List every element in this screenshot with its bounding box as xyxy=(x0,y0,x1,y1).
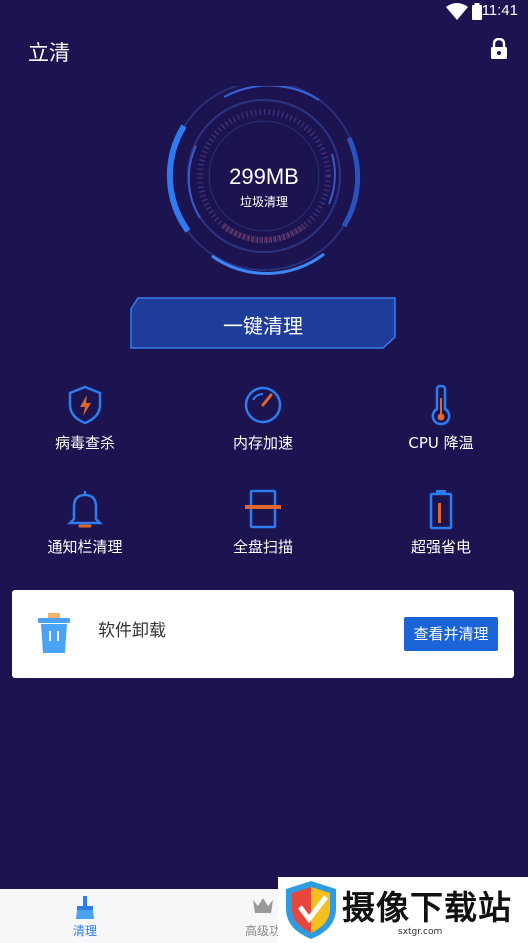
watermark-shield-logo xyxy=(286,881,336,939)
junk-size-value: 299MB xyxy=(229,164,299,189)
feature-power-save[interactable]: 超强省电 xyxy=(366,488,516,578)
watermark-text: 摄像下载站 xyxy=(342,888,512,927)
feature-memory-boost[interactable]: 内存加速 xyxy=(188,384,338,474)
feature-virus-scan[interactable]: 病毒查杀 xyxy=(10,384,160,474)
feature-full-scan[interactable]: 全盘扫描 xyxy=(188,488,338,578)
feature-label: CPU 降温 xyxy=(408,434,474,452)
one-click-clean-button[interactable]: 一键清理 xyxy=(130,297,396,349)
feature-notification-clean[interactable]: 通知栏清理 xyxy=(10,488,160,578)
scan-icon xyxy=(245,489,281,529)
status-bar: 11:41 xyxy=(0,0,528,24)
uninstall-card: 软件卸载 查看并清理 xyxy=(12,590,514,678)
feature-label: 全盘扫描 xyxy=(232,538,293,556)
view-and-clean-button[interactable]: 查看并清理 xyxy=(404,617,498,651)
nav-tab-clean[interactable]: 清理 xyxy=(25,889,145,943)
speedometer-icon xyxy=(244,386,282,424)
status-time: 11:41 xyxy=(481,2,518,19)
nav-label: 清理 xyxy=(72,924,97,938)
shield-bolt-icon xyxy=(68,385,102,425)
battery-status-icon xyxy=(472,3,482,20)
bell-icon xyxy=(66,491,104,528)
thermometer-icon xyxy=(431,384,451,426)
feature-cpu-cooling[interactable]: CPU 降温 xyxy=(366,384,516,474)
junk-gauge: 299MB 垃圾清理 xyxy=(154,81,374,281)
app-title: 立清 xyxy=(28,41,70,65)
feature-label: 通知栏清理 xyxy=(47,538,123,556)
uninstall-title: 软件卸载 xyxy=(98,621,166,641)
feature-label: 病毒查杀 xyxy=(54,434,115,452)
junk-size-label: 垃圾清理 xyxy=(239,195,288,209)
trash-can-icon xyxy=(38,613,70,653)
crown-icon xyxy=(253,898,273,913)
battery-icon xyxy=(429,490,453,530)
watermark-url: sxtgr.com xyxy=(398,927,443,937)
feature-label: 内存加速 xyxy=(232,434,293,452)
clean-button-label: 一键清理 xyxy=(223,314,303,338)
watermark: 摄像下载站 sxtgr.com xyxy=(278,877,528,943)
feature-label: 超强省电 xyxy=(410,538,471,556)
wifi-icon xyxy=(446,3,468,20)
broom-icon xyxy=(76,896,94,919)
lock-icon[interactable] xyxy=(490,38,508,60)
